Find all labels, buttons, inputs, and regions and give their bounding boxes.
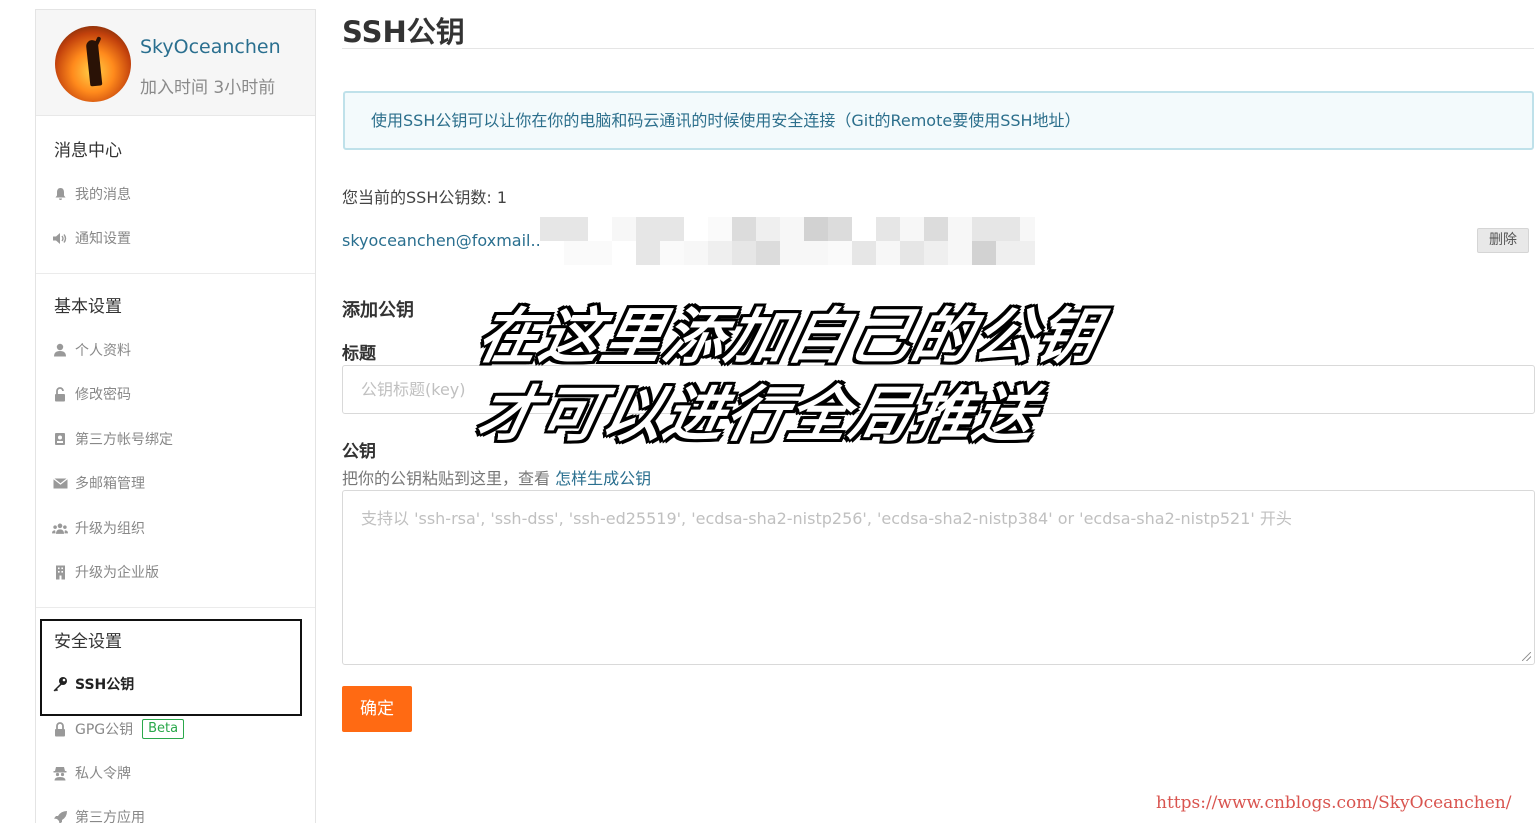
title-label: 标题 — [342, 344, 376, 364]
annotation-line-2: 才可以进行全局推送 — [471, 380, 1045, 450]
volume-icon — [52, 230, 68, 246]
sidebar-item-upgrade-org[interactable]: 升级为组织 — [52, 518, 145, 538]
user-icon — [52, 342, 68, 358]
sidebar-item-label: 我的消息 — [75, 187, 131, 203]
beta-badge: Beta — [142, 719, 185, 739]
key-helper-text: 把你的公钥粘贴到这里，查看 怎样生成公钥 — [342, 465, 651, 489]
sidebar-item-email-management[interactable]: 多邮箱管理 — [52, 473, 145, 493]
resize-grip-icon[interactable] — [1522, 652, 1531, 661]
add-key-heading: 添加公钥 — [342, 300, 414, 321]
sidebar-item-label: 修改密码 — [75, 387, 131, 403]
username[interactable]: SkyOceanchen — [140, 36, 281, 58]
spy-icon — [52, 765, 68, 781]
section-title-basic: 基本设置 — [54, 297, 122, 317]
divider — [36, 273, 315, 274]
lock-icon — [52, 386, 68, 402]
sidebar-item-upgrade-enterprise[interactable]: 升级为企业版 — [52, 562, 159, 582]
sidebar-item-notification-settings[interactable]: 通知设置 — [52, 228, 131, 248]
sidebar-item-label: GPG公钥 — [75, 722, 134, 738]
how-to-generate-link[interactable]: 怎样生成公钥 — [555, 469, 651, 488]
ssh-key-title[interactable]: skyoceanchen@foxmail.... — [342, 231, 551, 250]
id-card-icon — [52, 431, 68, 447]
sidebar-item-label: 第三方应用 — [75, 810, 145, 823]
sidebar-item-ssh-keys[interactable]: SSH公钥 — [52, 674, 134, 694]
delete-button[interactable]: 删除 — [1477, 228, 1529, 253]
lock-icon — [52, 721, 68, 737]
key-icon — [52, 676, 68, 692]
sidebar-item-label: 第三方帐号绑定 — [75, 432, 173, 448]
users-icon — [52, 520, 68, 536]
avatar[interactable] — [55, 26, 131, 102]
sidebar-item-label: 个人资料 — [75, 343, 131, 359]
sidebar-item-label: 升级为组织 — [75, 521, 145, 537]
info-alert: 使用SSH公钥可以让你在你的电脑和码云通讯的时候使用安全连接（Git的Remot… — [343, 91, 1534, 150]
key-label: 公钥 — [342, 442, 376, 462]
sidebar-item-label: 多邮箱管理 — [75, 476, 145, 492]
watermark: https://www.cnblogs.com/SkyOceanchen/ — [1156, 793, 1512, 813]
sidebar-item-change-password[interactable]: 修改密码 — [52, 384, 131, 404]
public-key-placeholder: 支持以 'ssh-rsa', 'ssh-dss', 'ssh-ed25519',… — [361, 509, 1292, 528]
sidebar-item-label: 私人令牌 — [75, 766, 131, 782]
title-divider — [342, 48, 1534, 49]
submit-button[interactable]: 确定 — [342, 686, 412, 732]
sidebar-item-profile[interactable]: 个人资料 — [52, 340, 131, 360]
page-title: SSH公钥 — [342, 15, 465, 49]
sidebar-item-label: 升级为企业版 — [75, 565, 159, 581]
mail-icon — [52, 475, 68, 491]
divider — [36, 607, 315, 608]
sidebar-item-label: 通知设置 — [75, 231, 131, 247]
bell-icon — [52, 186, 68, 202]
public-key-textarea[interactable]: 支持以 'ssh-rsa', 'ssh-dss', 'ssh-ed25519',… — [342, 490, 1535, 665]
sidebar-item-third-party-apps[interactable]: 第三方应用 — [52, 807, 145, 823]
building-icon — [52, 564, 68, 580]
helper-text: 把你的公钥粘贴到这里，查看 — [342, 469, 556, 488]
join-time: 加入时间 3小时前 — [140, 78, 276, 98]
redacted-fingerprint — [540, 217, 1035, 265]
profile-card: SkyOceanchen 加入时间 3小时前 — [36, 10, 315, 116]
rocket-icon — [52, 809, 68, 823]
section-title-security: 安全设置 — [54, 632, 122, 652]
sidebar-item-my-messages[interactable]: 我的消息 — [52, 184, 131, 204]
sidebar-item-label: SSH公钥 — [75, 677, 135, 693]
sidebar-item-third-party-binding[interactable]: 第三方帐号绑定 — [52, 429, 173, 449]
annotation-line-1: 在这里添加自己的公钥 — [471, 302, 1107, 372]
sidebar: SkyOceanchen 加入时间 3小时前 消息中心 我的消息 通知设置 基本… — [35, 9, 316, 823]
key-count: 您当前的SSH公钥数: 1 — [342, 188, 508, 207]
sidebar-item-personal-tokens[interactable]: 私人令牌 — [52, 763, 131, 783]
sidebar-item-gpg-keys[interactable]: GPG公钥 Beta — [52, 719, 185, 739]
section-title-messages: 消息中心 — [54, 141, 122, 161]
